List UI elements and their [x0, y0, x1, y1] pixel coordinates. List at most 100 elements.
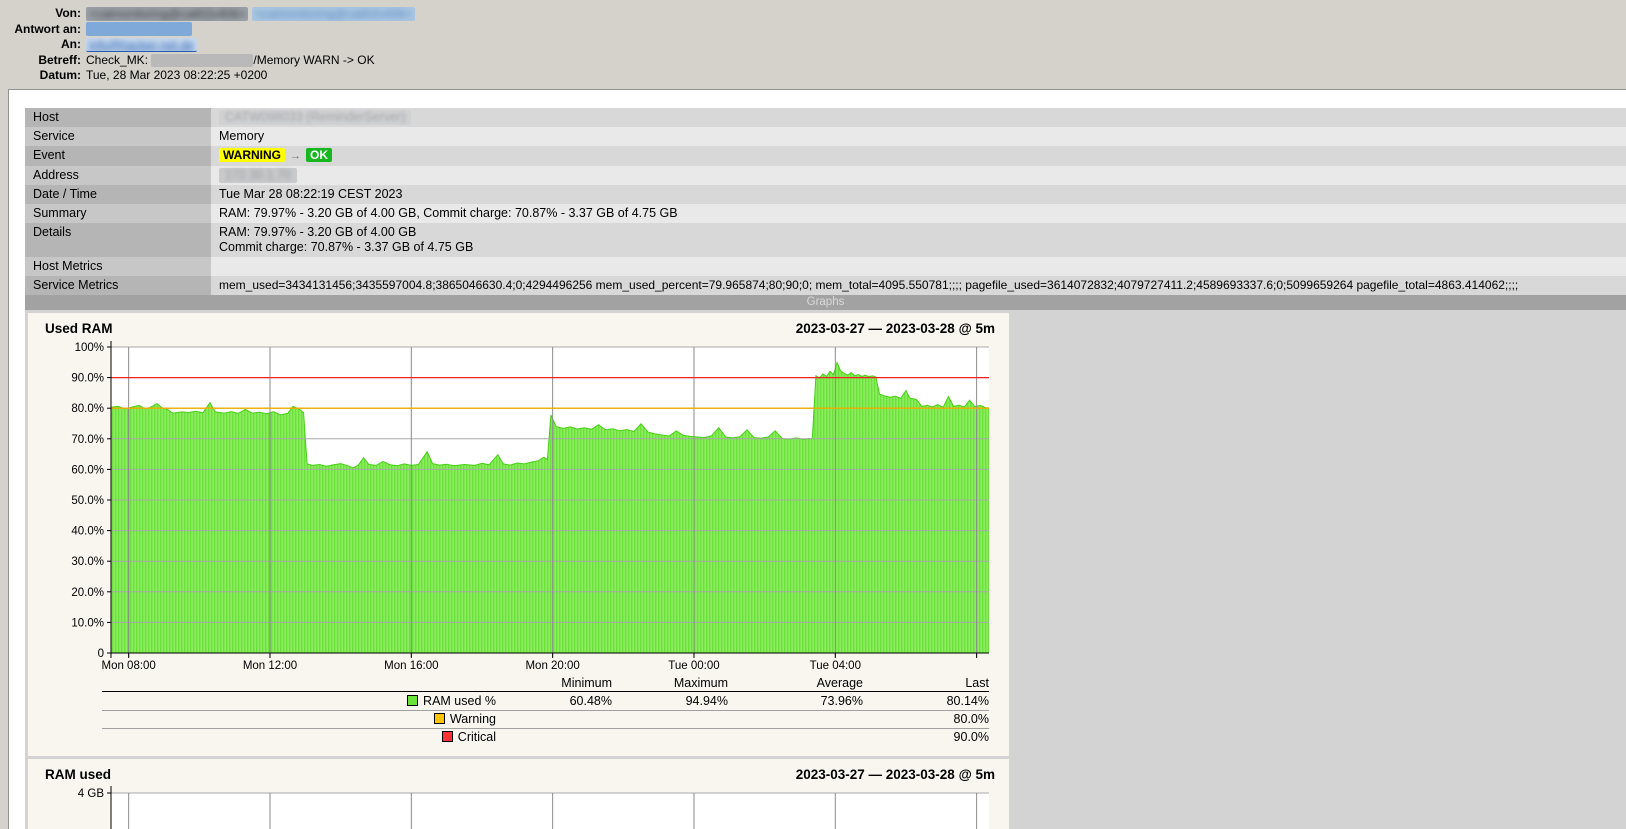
graph1-legend: MinimumMaximumAverageLastRAM used %60.48… [102, 675, 989, 756]
warning-state-badge: WARNING [219, 148, 285, 162]
details-label: Details [25, 223, 211, 257]
legend-swatch-icon [434, 713, 445, 724]
svg-text:Tue 04:00: Tue 04:00 [810, 660, 861, 672]
from-label: Von: [0, 6, 86, 22]
legend-row: Critical 90.0% [102, 728, 989, 746]
graphs-section-header: Graphs [25, 295, 1626, 310]
subject-label: Betreff: [0, 53, 86, 69]
legend-column-header: Minimum [496, 676, 612, 690]
table-row-event: Event WARNING → OK [25, 146, 1626, 166]
summary-value: RAM: 79.97% - 3.20 GB of 4.00 GB, Commit… [211, 204, 1626, 223]
from-redacted-block-1: <catmonitoring@catl02v406> [86, 7, 248, 21]
table-row-host-metrics: Host Metrics [25, 257, 1626, 276]
message-body: Host CATW098033 (ReminderServer) Service… [8, 89, 1626, 829]
details-value: RAM: 79.97% - 3.20 GB of 4.00 GB Commit … [211, 223, 1626, 257]
legend-row: RAM used %60.48%94.94%73.96%80.14% [102, 692, 989, 710]
subject-prefix: Check_MK: [86, 53, 151, 69]
legend-value: 80.14% [863, 694, 989, 708]
legend-value: 60.48% [496, 694, 612, 708]
graph2-date-range: 2023-03-27 — 2023-03-28 @ 5m [796, 767, 995, 782]
date-label: Datum: [0, 68, 86, 84]
legend-swatch-icon [407, 695, 418, 706]
datetime-label: Date / Time [25, 185, 211, 204]
email-date-row: Datum: Tue, 28 Mar 2023 08:22:25 +0200 [0, 68, 1626, 84]
svg-text:50.0%: 50.0% [71, 495, 104, 507]
graph1-title: Used RAM [45, 321, 113, 336]
svg-text:0: 0 [98, 648, 104, 660]
svg-text:10.0%: 10.0% [71, 617, 104, 629]
svg-text:40.0%: 40.0% [71, 525, 104, 537]
legend-value: 73.96% [728, 694, 863, 708]
email-header: Von: <catmonitoring@catl02v406> <catmoni… [0, 0, 1626, 89]
summary-label: Summary [25, 204, 211, 223]
host-metrics-label: Host Metrics [25, 257, 211, 276]
event-label: Event [25, 146, 211, 166]
host-metrics-value [211, 257, 1626, 276]
table-row-service: Service Memory [25, 127, 1626, 146]
service-value: Memory [211, 127, 1626, 146]
host-value-redacted: CATW098033 (ReminderServer) [219, 110, 411, 125]
svg-text:20.0%: 20.0% [71, 586, 104, 598]
svg-text:30.0%: 30.0% [71, 556, 104, 568]
ram-used-percent-chart: 0 10.0% 20.0% 30.0% 40.0% 50.0% 60.0% 70.0% 80.0… [28, 337, 1009, 673]
email-from-row: Von: <catmonitoring@catl02v406> <catmoni… [0, 6, 1626, 22]
ram-used-bytes-chart: 4 GB [28, 783, 1009, 829]
graph1-date-range: 2023-03-27 — 2023-03-28 @ 5m [796, 321, 995, 336]
svg-text:100%: 100% [75, 342, 104, 354]
address-value-redacted: 172.30.1.70 [219, 168, 297, 183]
graph2-title: RAM used [45, 767, 111, 782]
table-row-datetime: Date / Time Tue Mar 28 08:22:19 CEST 202… [25, 185, 1626, 204]
table-row-details: Details RAM: 79.97% - 3.20 GB of 4.00 GB… [25, 223, 1626, 257]
table-row-summary: Summary RAM: 79.97% - 3.20 GB of 4.00 GB… [25, 204, 1626, 223]
table-row-address: Address 172.30.1.70 [25, 166, 1626, 185]
svg-text:70.0%: 70.0% [71, 433, 104, 445]
service-metrics-value: mem_used=3434131456;3435597004.8;3865046… [211, 276, 1626, 295]
details-line-1: RAM: 79.97% - 3.20 GB of 4.00 GB [219, 225, 1618, 240]
date-value: Tue, 28 Mar 2023 08:22:25 +0200 [86, 68, 267, 84]
address-label: Address [25, 166, 211, 185]
svg-text:4 GB: 4 GB [78, 788, 105, 800]
graphs-section: Used RAM 2023-03-27 — 2023-03-28 @ 5m 0 1… [25, 310, 1626, 829]
graph-card-used-ram: Used RAM 2023-03-27 — 2023-03-28 @ 5m 0 1… [28, 313, 1009, 756]
subject-suffix: /Memory WARN -> OK [253, 53, 374, 69]
svg-text:90.0%: 90.0% [71, 372, 104, 384]
svg-text:80.0%: 80.0% [71, 403, 104, 415]
legend-label: Warning [450, 712, 496, 726]
email-to-row: An: info@hacker-net.de [0, 37, 1626, 53]
svg-text:Mon 12:00: Mon 12:00 [243, 660, 297, 672]
email-reply-to-row: Antwort an: [0, 22, 1626, 38]
reply-to-redacted-block [86, 22, 192, 36]
subject-redacted-block [151, 54, 253, 67]
state-transition-arrow-icon: → [290, 150, 301, 162]
reply-to-label: Antwort an: [0, 22, 86, 38]
svg-text:Mon 20:00: Mon 20:00 [525, 660, 579, 672]
legend-row: Warning 80.0% [102, 710, 989, 728]
ok-state-badge: OK [306, 148, 332, 162]
legend-label: Critical [458, 730, 496, 744]
service-info-table: Host CATW098033 (ReminderServer) Service… [25, 108, 1626, 295]
legend-value: 90.0% [863, 730, 989, 744]
details-line-2: Commit charge: 70.87% - 3.37 GB of 4.75 … [219, 240, 1618, 255]
host-label: Host [25, 108, 211, 127]
from-redacted-block-2: <catmonitoring@catl02v406> [252, 7, 414, 21]
svg-text:Tue 00:00: Tue 00:00 [668, 660, 719, 672]
svg-text:60.0%: 60.0% [71, 464, 104, 476]
to-label: An: [0, 37, 86, 53]
graph-card-ram-used: RAM used 2023-03-27 — 2023-03-28 @ 5m 4 … [28, 759, 1009, 829]
legend-column-header: Maximum [612, 676, 728, 690]
to-address-link[interactable]: info@hacker-net.de [86, 38, 197, 52]
svg-text:Mon 08:00: Mon 08:00 [101, 660, 155, 672]
table-row-host: Host CATW098033 (ReminderServer) [25, 108, 1626, 127]
datetime-value: Tue Mar 28 08:22:19 CEST 2023 [211, 185, 1626, 204]
svg-text:Mon 16:00: Mon 16:00 [384, 660, 438, 672]
email-subject-row: Betreff: Check_MK: /Memory WARN -> OK [0, 53, 1626, 69]
legend-column-header: Average [728, 676, 863, 690]
legend-header-row: MinimumMaximumAverageLast [102, 675, 989, 692]
legend-value: 94.94% [612, 694, 728, 708]
legend-column-header: Last [863, 676, 989, 690]
legend-swatch-icon [442, 731, 453, 742]
legend-value: 80.0% [863, 712, 989, 726]
table-row-service-metrics: Service Metrics mem_used=3434131456;3435… [25, 276, 1626, 295]
service-metrics-label: Service Metrics [25, 276, 211, 295]
legend-label: RAM used % [423, 694, 496, 708]
